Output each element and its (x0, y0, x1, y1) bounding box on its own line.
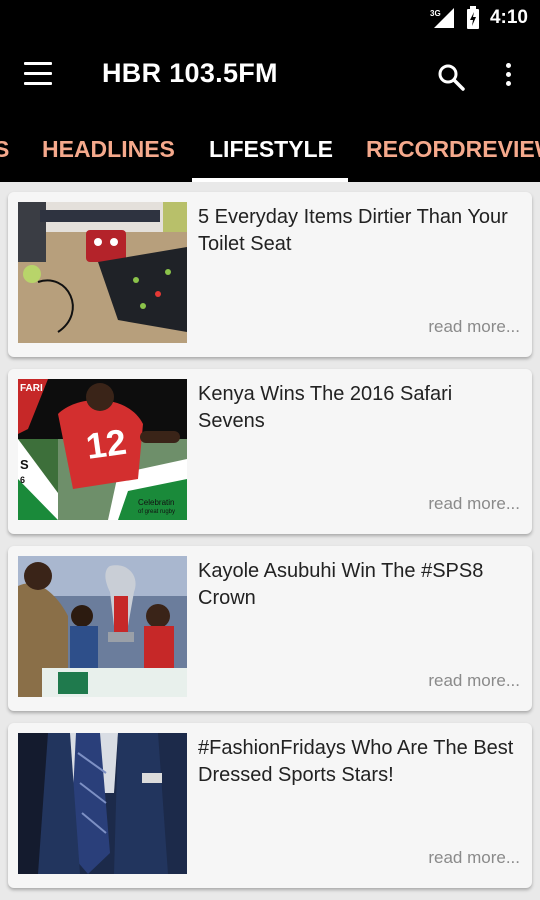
tab-lifestyle[interactable]: LIFESTYLE (209, 136, 333, 163)
article-card[interactable]: Kayole Asubuhi Win The #SPS8 Crown read … (8, 546, 532, 711)
article-thumbnail (18, 202, 187, 343)
clock: 4:10 (489, 7, 528, 28)
article-title: #FashionFridays Who Are The Best Dressed… (198, 737, 514, 786)
read-more-link[interactable]: read more... (428, 494, 520, 514)
search-icon[interactable] (436, 62, 466, 92)
app-title: HBR 103.5FM (102, 58, 278, 88)
read-more-link[interactable]: read more... (428, 848, 520, 868)
article-card[interactable]: 12 FARI S 6 Celebratin of great rugby Ke… (8, 369, 532, 534)
tab-bar: S HEADLINES LIFESTYLE RECORDREVIEW (0, 118, 540, 182)
app-bar: HBR 103.5FM (0, 36, 540, 118)
article-title: Kayole Asubuhi Win The #SPS8 Crown (198, 560, 484, 609)
tab-partial[interactable]: S (0, 136, 9, 163)
svg-text:Celebratin: Celebratin (138, 498, 174, 507)
tab-recordreview[interactable]: RECORDREVIEW (366, 136, 540, 163)
article-list: 5 Everyday Items Dirtier Than Your Toile… (0, 182, 540, 900)
status-bar: 3G 4:10 (0, 0, 540, 36)
status-icons: 3G 4:10 (430, 6, 528, 30)
svg-text:S: S (20, 457, 29, 472)
menu-icon[interactable] (24, 62, 54, 90)
svg-text:FARI: FARI (20, 383, 43, 394)
svg-text:12: 12 (83, 421, 128, 467)
article-thumbnail (18, 733, 187, 874)
article-card[interactable]: 5 Everyday Items Dirtier Than Your Toile… (8, 192, 532, 357)
battery-icon (466, 6, 479, 29)
svg-text:of great rugby: of great rugby (138, 509, 175, 515)
tab-headlines[interactable]: HEADLINES (42, 136, 175, 163)
article-thumbnail: 12 FARI S 6 Celebratin of great rugby (18, 379, 187, 520)
read-more-link[interactable]: read more... (428, 671, 520, 691)
article-card[interactable]: #FashionFridays Who Are The Best Dressed… (8, 723, 532, 888)
svg-text:3G: 3G (430, 9, 441, 18)
article-title: 5 Everyday Items Dirtier Than Your Toile… (198, 206, 508, 255)
article-title: Kenya Wins The 2016 Safari Sevens (198, 383, 453, 432)
signal-icon: 3G (430, 8, 454, 28)
more-vert-icon[interactable] (498, 60, 518, 94)
svg-text:6: 6 (20, 475, 25, 485)
read-more-link[interactable]: read more... (428, 317, 520, 337)
article-thumbnail (18, 556, 187, 697)
